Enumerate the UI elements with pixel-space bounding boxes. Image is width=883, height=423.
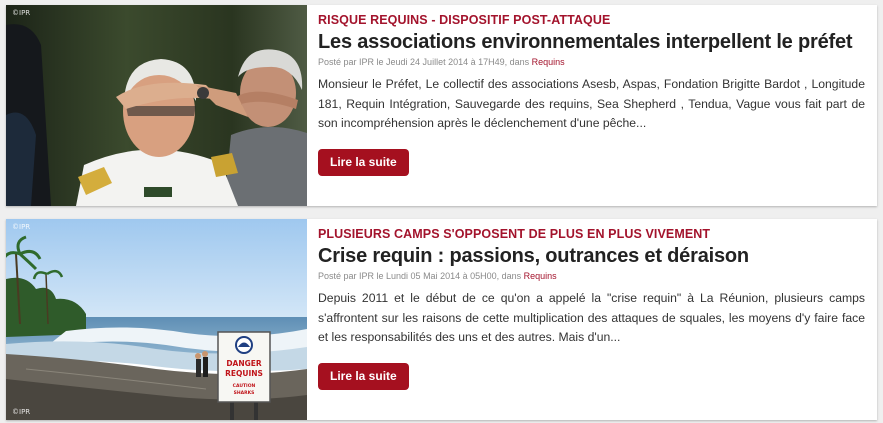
- watermark: ©IPR: [12, 223, 31, 231]
- article-card: ©IPR RISQUE REQUINS - DISPOSITIF POST-AT…: [6, 5, 877, 206]
- sign-text-3: CAUTION: [233, 383, 256, 389]
- sign-text-1: DANGER: [226, 359, 262, 368]
- article-title[interactable]: Les associations environnementales inter…: [318, 30, 865, 54]
- sign-text-4: SHARKS: [234, 390, 255, 396]
- article-title[interactable]: Crise requin : passions, outrances et dé…: [318, 244, 865, 268]
- watermark: ©IPR: [12, 9, 31, 17]
- article-excerpt: Depuis 2011 et le début de ce qu'on a ap…: [318, 291, 865, 344]
- article-content: PLUSIEURS CAMPS S'OPPOSENT DE PLUS EN PL…: [307, 219, 877, 420]
- article-thumbnail[interactable]: ©IPR: [6, 5, 307, 206]
- article-meta: Posté par IPR le Lundi 05 Mai 2014 à 05H…: [318, 270, 865, 282]
- article-meta-text: Posté par IPR le Jeudi 24 Juillet 2014 à…: [318, 57, 530, 67]
- sign-text-2: REQUINS: [225, 369, 263, 378]
- beach-photo: DANGER REQUINS CAUTION SHARKS: [6, 219, 307, 420]
- article-excerpt: Monsieur le Préfet, Le collectif des ass…: [318, 77, 865, 130]
- category-link[interactable]: Requins: [532, 57, 565, 67]
- article-kicker: RISQUE REQUINS - DISPOSITIF POST-ATTAQUE: [318, 13, 611, 27]
- article-card: DANGER REQUINS CAUTION SHARKS ©IPR ©IPR …: [6, 219, 877, 420]
- read-more-button[interactable]: Lire la suite: [318, 148, 409, 176]
- article-thumbnail[interactable]: DANGER REQUINS CAUTION SHARKS ©IPR ©IPR: [6, 219, 307, 420]
- category-link[interactable]: Requins: [524, 271, 557, 281]
- article-meta-text: Posté par IPR le Lundi 05 Mai 2014 à 05H…: [318, 271, 522, 281]
- read-more-button[interactable]: Lire la suite: [318, 362, 409, 390]
- watermark: ©IPR: [12, 408, 31, 416]
- article-content: RISQUE REQUINS - DISPOSITIF POST-ATTAQUE…: [307, 5, 877, 206]
- article-feed: ©IPR RISQUE REQUINS - DISPOSITIF POST-AT…: [0, 0, 883, 423]
- article-kicker: PLUSIEURS CAMPS S'OPPOSENT DE PLUS EN PL…: [318, 227, 711, 241]
- officials-photo: [6, 5, 307, 206]
- article-meta: Posté par IPR le Jeudi 24 Juillet 2014 à…: [318, 56, 865, 68]
